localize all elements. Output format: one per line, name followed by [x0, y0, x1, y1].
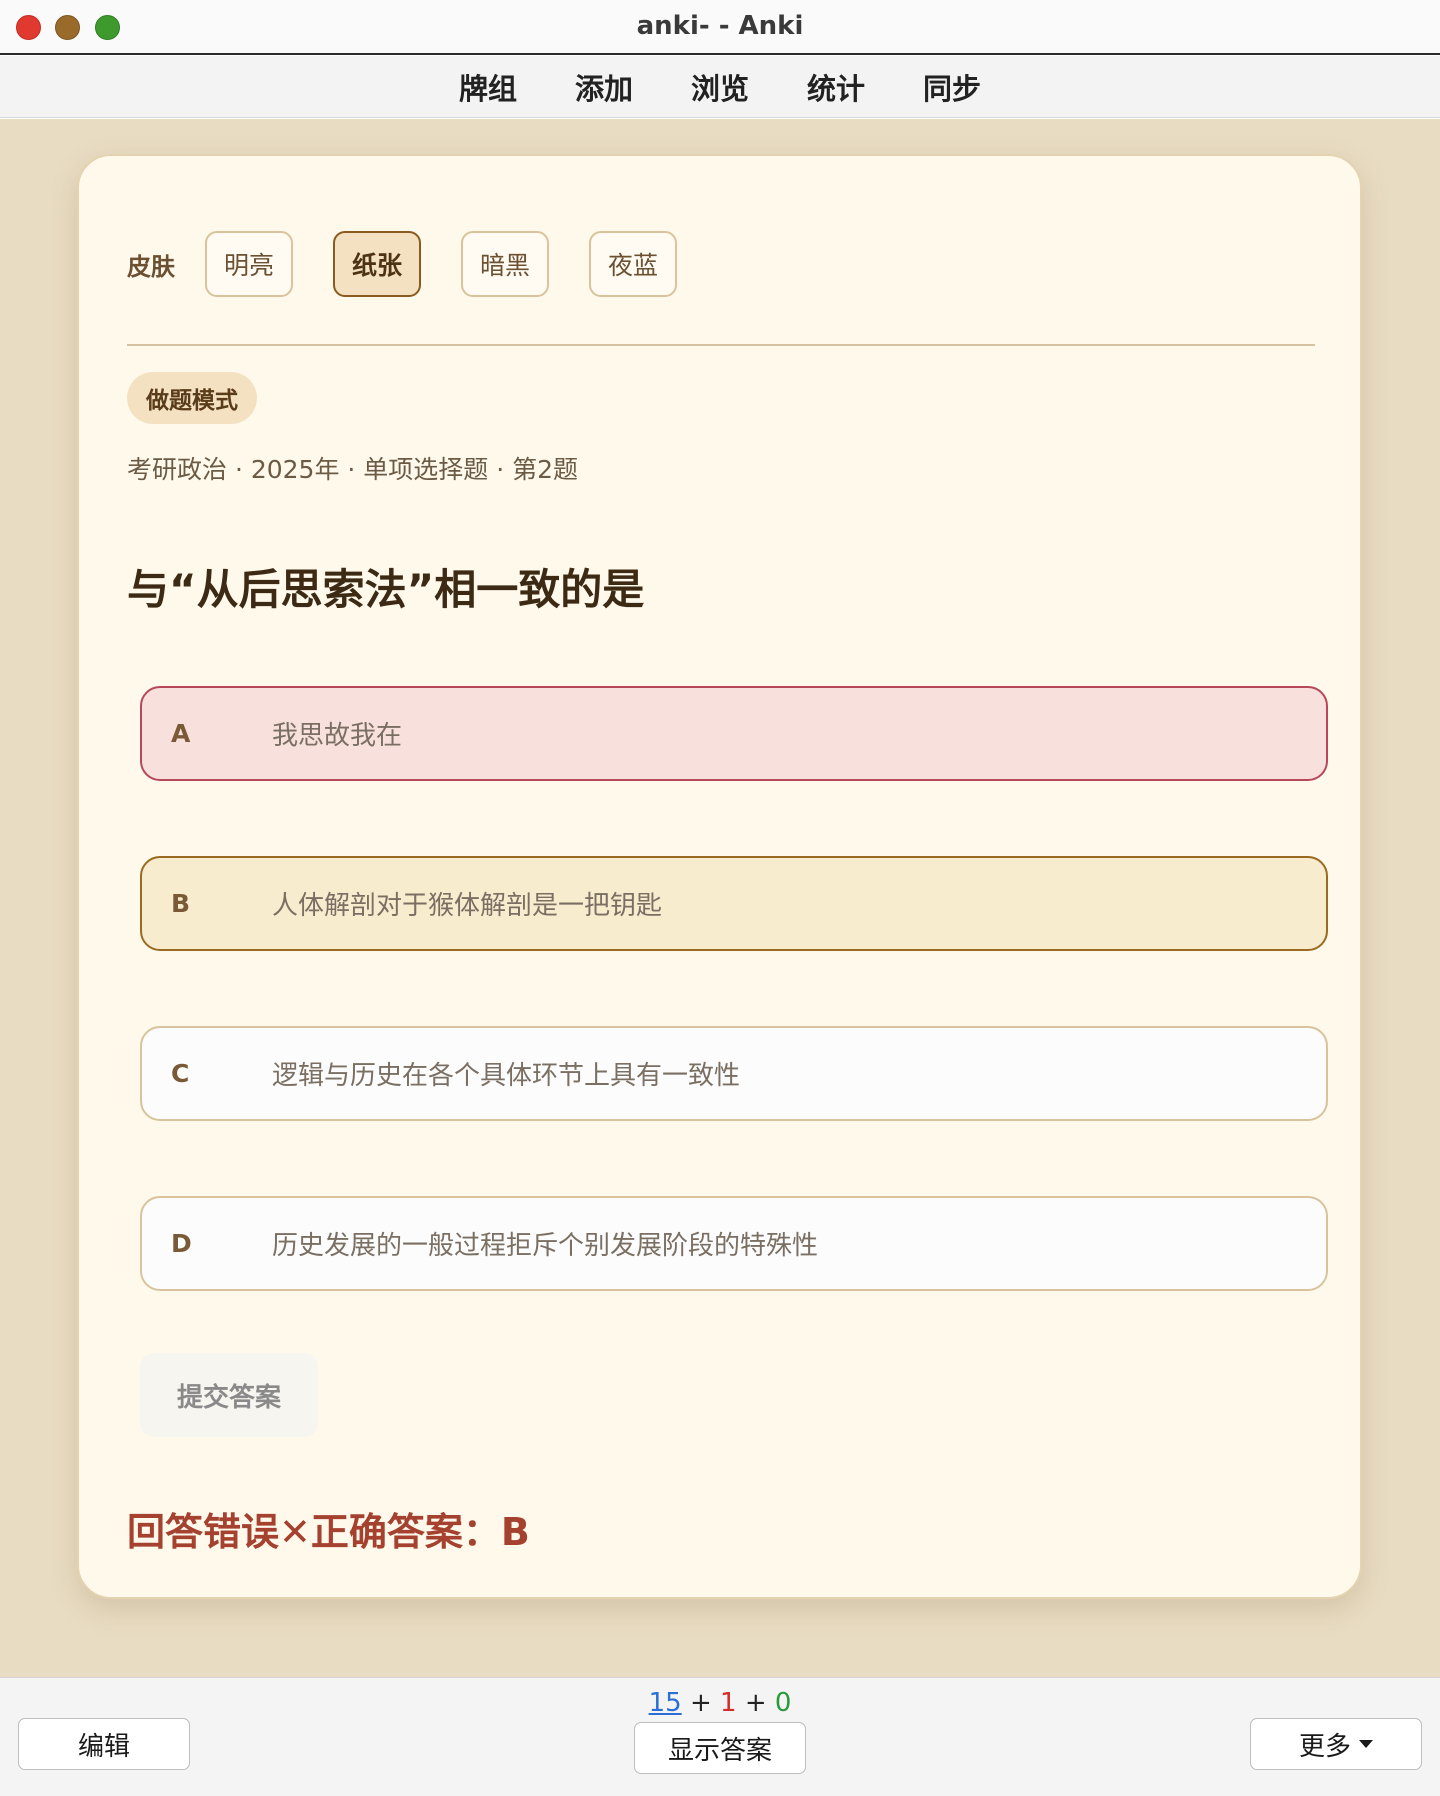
divider	[127, 344, 1315, 346]
edit-button[interactable]: 编辑	[18, 1718, 190, 1770]
menu-item-sync[interactable]: 同步	[923, 66, 981, 108]
option-letter: D	[171, 1229, 192, 1258]
more-button[interactable]: 更多	[1250, 1718, 1422, 1770]
mode-badge: 做题模式	[127, 372, 257, 424]
show-answer-label: 显示答案	[667, 1735, 772, 1766]
menu-item-decks[interactable]: 牌组	[459, 66, 517, 108]
menu-item-stats[interactable]: 统计	[807, 66, 865, 108]
option-letter: B	[171, 889, 191, 918]
option-text: 人体解剖对于猴体解剖是一把钥匙	[272, 891, 663, 921]
option-d[interactable]: D 历史发展的一般过程拒斥个别发展阶段的特殊性	[140, 1196, 1328, 1291]
option-c[interactable]: C 逻辑与历史在各个具体环节上具有一致性	[140, 1026, 1328, 1121]
skin-button-light[interactable]: 明亮	[205, 231, 293, 297]
new-count[interactable]: 15	[649, 1688, 682, 1718]
review-count: 0	[774, 1688, 792, 1718]
title-bar: anki- - Anki	[0, 0, 1440, 55]
question-card: 皮肤 明亮 纸张 暗黑 夜蓝 做题模式 考研政治 · 2025年 · 单项选择题…	[77, 154, 1362, 1599]
skin-button-night-blue[interactable]: 夜蓝	[589, 231, 677, 297]
skin-label: 皮肤	[127, 252, 175, 281]
more-button-label: 更多	[1298, 1731, 1351, 1762]
option-text: 我思故我在	[272, 721, 403, 751]
submit-answer-button[interactable]: 提交答案	[140, 1353, 318, 1437]
skin-button-dark[interactable]: 暗黑	[461, 231, 549, 297]
skin-selector: 皮肤 明亮 纸张 暗黑 夜蓝	[127, 231, 717, 297]
option-b[interactable]: B 人体解剖对于猴体解剖是一把钥匙	[140, 856, 1328, 951]
top-menu: 牌组 添加 浏览 统计 同步	[0, 56, 1440, 118]
count-separator: +	[744, 1688, 767, 1718]
due-counts: 15 + 1 + 0	[0, 1688, 1440, 1718]
window-title: anki- - Anki	[636, 11, 804, 41]
edit-button-label: 编辑	[77, 1731, 130, 1762]
learn-count: 1	[720, 1688, 737, 1718]
show-answer-button[interactable]: 显示答案	[634, 1722, 806, 1774]
skin-button-paper[interactable]: 纸张	[333, 231, 421, 297]
option-text: 逻辑与历史在各个具体环节上具有一致性	[272, 1061, 741, 1091]
option-letter: C	[171, 1059, 190, 1088]
question-text: 与“从后思索法”相一致的是	[127, 565, 645, 614]
review-area: 皮肤 明亮 纸张 暗黑 夜蓝 做题模式 考研政治 · 2025年 · 单项选择题…	[0, 119, 1440, 1677]
count-separator: +	[689, 1688, 712, 1718]
option-letter: A	[171, 719, 191, 748]
question-meta: 考研政治 · 2025年 · 单项选择题 · 第2题	[127, 455, 579, 484]
chevron-down-icon	[1359, 1740, 1373, 1748]
menu-item-browse[interactable]: 浏览	[691, 66, 749, 108]
menu-item-add[interactable]: 添加	[575, 66, 633, 108]
bottom-bar: 15 + 1 + 0 编辑 显示答案 更多	[0, 1677, 1440, 1796]
option-text: 历史发展的一般过程拒斥个别发展阶段的特殊性	[272, 1231, 819, 1261]
result-message: 回答错误✕正确答案：B	[127, 1510, 530, 1554]
option-a[interactable]: A 我思故我在	[140, 686, 1328, 781]
